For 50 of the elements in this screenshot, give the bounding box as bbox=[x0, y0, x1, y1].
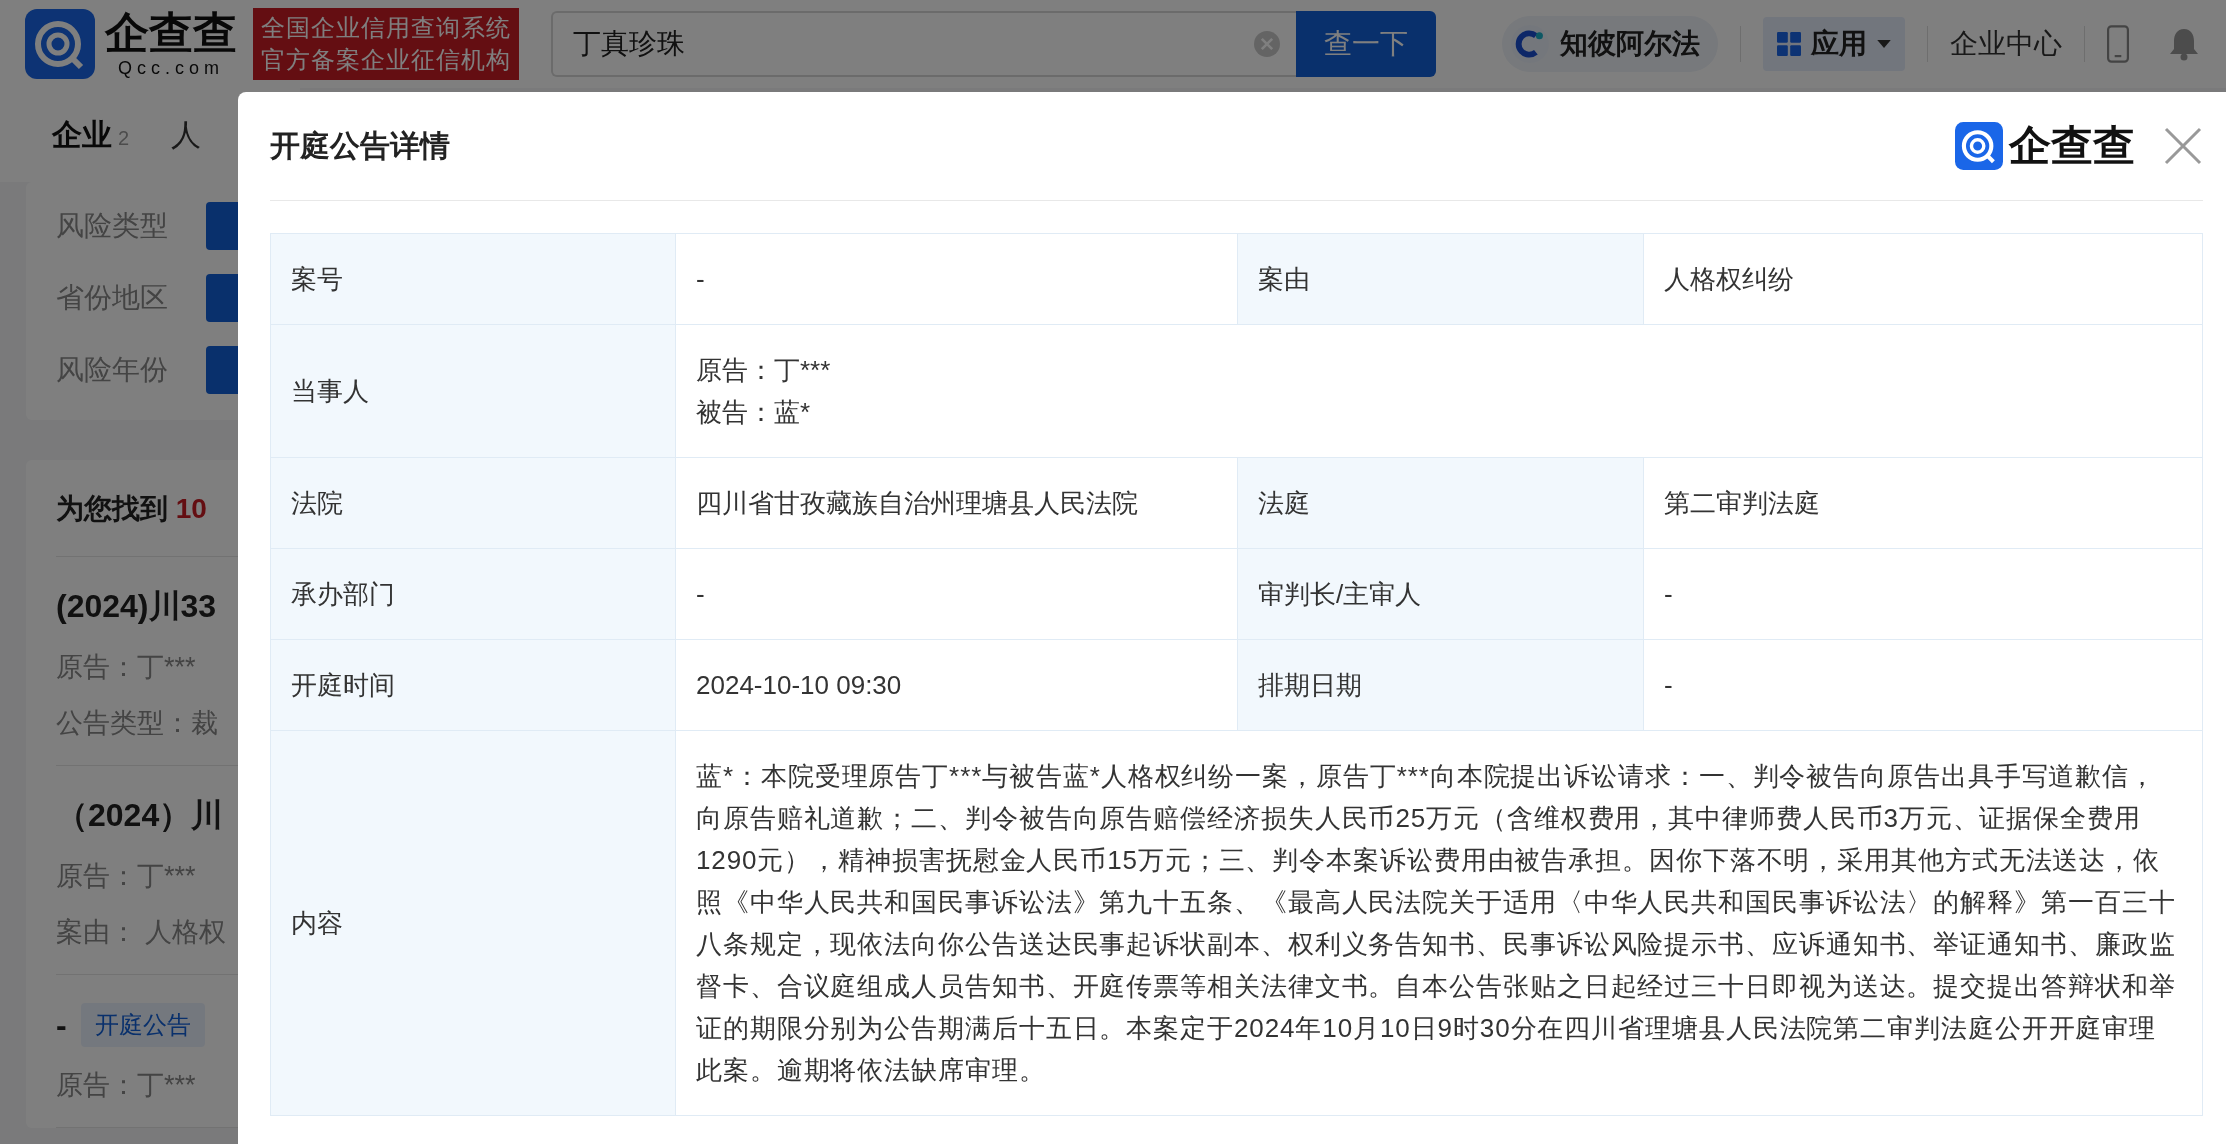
result-detail: 原告：丁*** bbox=[56, 651, 197, 684]
field-value: 第二审判法庭 bbox=[1643, 457, 2203, 549]
field-value: - bbox=[675, 233, 1238, 325]
field-value: 人格权纠纷 bbox=[1643, 233, 2203, 325]
close-icon[interactable] bbox=[2163, 126, 2203, 166]
apps-menu[interactable]: 应用 bbox=[1763, 17, 1905, 71]
search-field[interactable]: 丁真珍珠 bbox=[551, 11, 1296, 77]
field-value: - bbox=[1643, 548, 2203, 640]
logo-icon bbox=[1955, 122, 2003, 170]
filter-label: 风险年份 bbox=[56, 353, 168, 387]
field-label: 法院 bbox=[270, 457, 676, 549]
filter-label: 风险类型 bbox=[56, 209, 168, 243]
field-value: 蓝*：本院受理原告丁***与被告蓝*人格权纠纷一案，原告丁***向本院提出诉讼请求：一、判令被告向原告出具手写道歉信，向原告赔礼道歉；二、判令被告向原告赔偿经济损失人民币25万元（含维权费用，其中律师费人民币3万元、证据保全费用1290元），精神损害抚慰金人民币15万元；三、判令本案诉讼费用由被告承担。因你下落不明，采用其他方式无法送达，依照《中华人民共和国民事诉讼法》第九十五条、《最高人民法院关于适用〈中华人民共和国民事诉讼法〉的解释》第一百三十八条规定，现依法向你公告送达民事起诉状副本、权利义务告知书、民事诉讼风险提示书、应诉通知书、举证通知书、廉政监督卡、合议庭组成人员告知书、开庭传票等相关法律文书。自本公告张贴之日起经过三十日即视为送达。提交提出答辩状和举证的期限分别为公告期满后十五日。本案定于2024年10月10日9时30分在四川省理塘县人民法院第二审判法庭公开开庭审理此案。逾期将依法缺席审理。 bbox=[675, 730, 2203, 1116]
field-value: 原告：丁*** 被告：蓝* bbox=[675, 324, 2203, 458]
result-title[interactable]: (2024)川33 bbox=[56, 585, 217, 629]
tab[interactable]: 人 bbox=[171, 114, 202, 156]
search-button[interactable]: 查一下 bbox=[1296, 11, 1436, 77]
field-label: 案由 bbox=[1237, 233, 1644, 325]
field-label: 审判长/主审人 bbox=[1237, 548, 1644, 640]
enterprise-center-link[interactable]: 企业中心 bbox=[1950, 25, 2062, 63]
field-label: 开庭时间 bbox=[270, 639, 676, 731]
result-title[interactable]: - bbox=[56, 1006, 67, 1044]
logo-domain: Qcc.com bbox=[118, 59, 224, 77]
result-detail: 公告类型：裁 bbox=[56, 707, 219, 740]
logo-icon[interactable] bbox=[25, 9, 95, 79]
field-value: 2024-10-10 09:30 bbox=[675, 639, 1238, 731]
field-label: 法庭 bbox=[1237, 457, 1644, 549]
field-value: - bbox=[675, 548, 1238, 640]
bell-icon[interactable] bbox=[2169, 26, 2199, 62]
dialog-title: 开庭公告详情 bbox=[270, 127, 451, 164]
result-detail: 原告：丁*** bbox=[56, 1069, 197, 1102]
caret-icon bbox=[1877, 39, 1891, 49]
alpha-button[interactable]: 知彼阿尔法 bbox=[1502, 16, 1718, 72]
grid-icon bbox=[1777, 32, 1801, 56]
field-label: 承办部门 bbox=[270, 548, 676, 640]
field-label: 案号 bbox=[270, 233, 676, 325]
field-label: 排期日期 bbox=[1237, 639, 1644, 731]
result-detail: 原告：丁*** bbox=[56, 860, 197, 893]
logo-text: 企查查 bbox=[105, 11, 237, 55]
type-tag: 开庭公告 bbox=[80, 1003, 205, 1047]
phone-icon[interactable] bbox=[2107, 25, 2129, 63]
brand-text: 企查查 bbox=[2009, 121, 2135, 171]
result-detail: 案由： 人格权 bbox=[56, 916, 227, 949]
result-title[interactable]: （2024）川 bbox=[56, 794, 224, 838]
field-value: 四川省甘孜藏族自治州理塘县人民法院 bbox=[675, 457, 1238, 549]
field-value: - bbox=[1643, 639, 2203, 731]
field-label: 当事人 bbox=[270, 324, 676, 458]
field-label: 内容 bbox=[270, 730, 676, 1116]
slogan-banner: 全国企业信用查询系统 官方备案企业征信机构 bbox=[253, 8, 519, 80]
filter-label: 省份地区 bbox=[56, 281, 168, 315]
